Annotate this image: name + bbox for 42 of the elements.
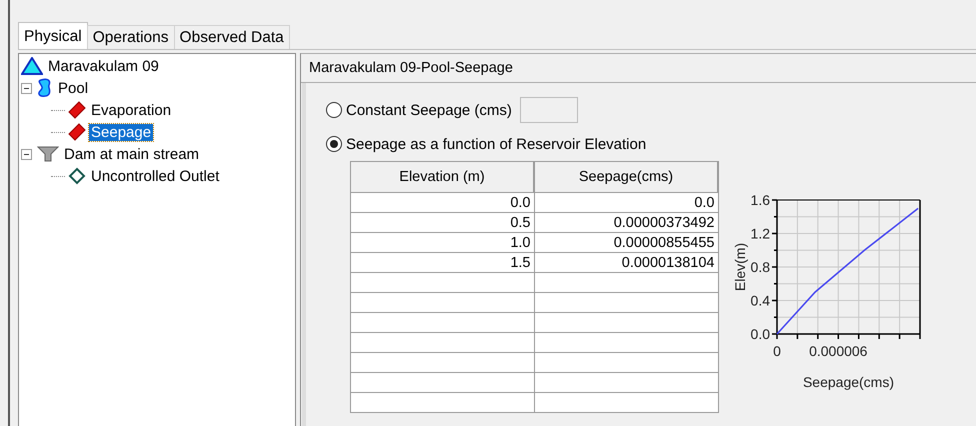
option-label[interactable]: Constant Seepage (cms) [346,102,512,118]
tree-item[interactable]: Pool [56,80,90,96]
tick-label: 0 [773,343,781,359]
triangle-icon [21,57,43,75]
tree-item[interactable]: Maravakulam 09 [46,58,161,74]
table-cell: 1.5 [350,252,534,272]
diamond-icon [68,123,86,141]
table-cell: 0.5 [350,212,534,232]
table-cell: 0.0 [350,192,534,212]
diamond-icon [68,101,86,119]
tick-label: 1.6 [750,192,770,208]
table-cell: 0.00000373492 [534,212,718,232]
option-label[interactable]: Seepage as a function of Reservoir Elevation [346,136,646,152]
tree-item[interactable]: Dam at main stream [62,146,202,162]
collapse-toggle[interactable] [21,82,32,94]
tree-item[interactable]: Evaporation [89,102,174,118]
radio-button[interactable] [326,136,342,152]
table-cell: 0.0000138104 [534,252,718,272]
table-cell: 0.00000855455 [534,232,718,252]
table-cell: 1.0 [350,232,534,252]
column-header[interactable]: Elevation (m) [350,162,534,192]
funnel-icon [37,145,59,163]
diamond-icon [68,167,86,185]
tree-item[interactable]: Seepage [89,124,154,140]
tab[interactable]: Physical [18,22,88,49]
tree-item[interactable]: Uncontrolled Outlet [89,168,222,184]
radio-button[interactable] [326,102,342,118]
tick-label: 0.4 [750,292,770,308]
axis-title: Elev(m) [732,242,748,292]
tab[interactable]: Observed Data [174,25,290,49]
column-header[interactable]: Seepage(cms) [534,162,718,192]
tick-label: 0.8 [750,259,770,275]
panel-title: Maravakulam 09-Pool-Seepage [301,54,976,83]
pool-icon [37,78,53,98]
table-cell: 0.0 [534,192,718,212]
tab[interactable]: Operations [86,25,175,49]
tick-label: 0.000006 [809,343,868,359]
tick-label: 1.2 [750,226,770,242]
input-field[interactable] [520,97,578,123]
collapse-toggle[interactable] [21,148,32,160]
tick-label: 0.0 [750,326,770,342]
axis-title: Seepage(cms) [802,374,894,390]
